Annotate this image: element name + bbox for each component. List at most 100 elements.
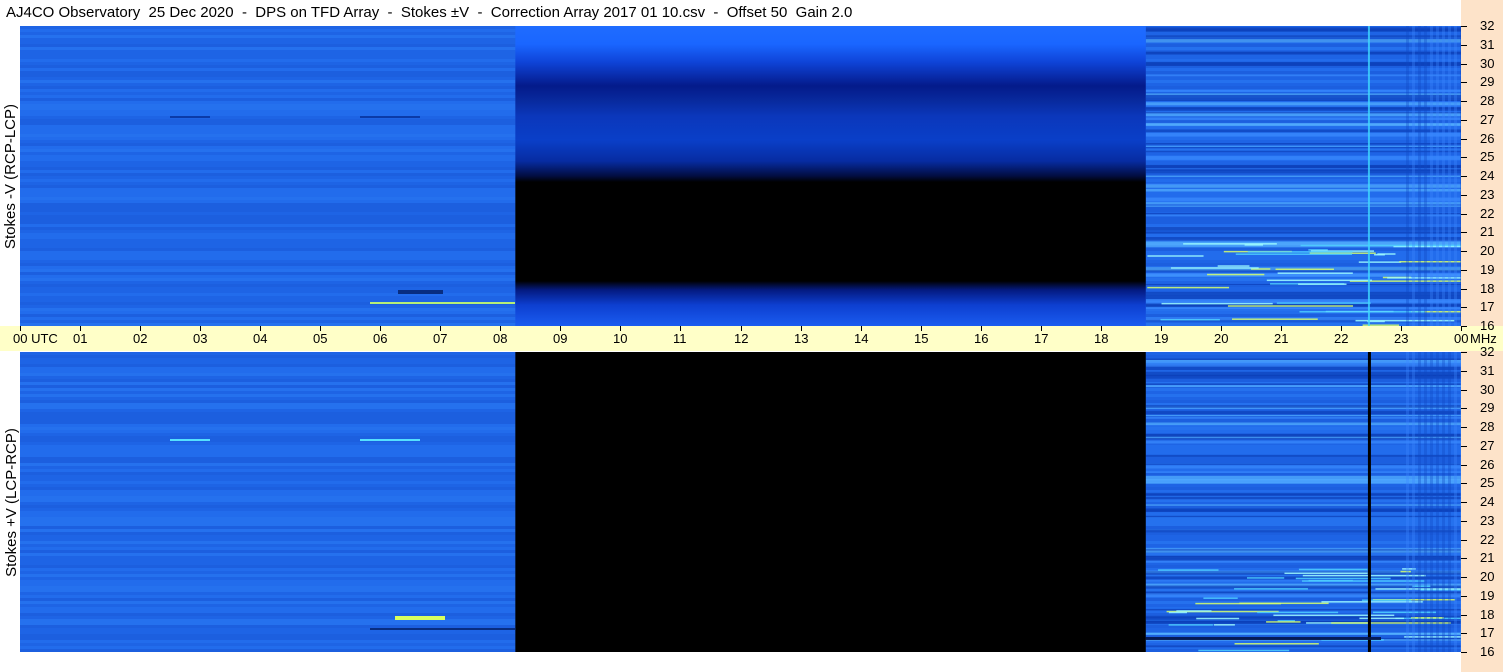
noise-band-left	[20, 275, 516, 278]
rfi-trace	[1400, 570, 1411, 573]
noise-band-left	[20, 463, 516, 466]
frequency-tick-label: 25	[1480, 475, 1495, 490]
noise-band-left	[20, 122, 516, 125]
rfi-trace	[1207, 273, 1265, 276]
time-tick-label: 20	[1214, 331, 1229, 346]
rfi-trace	[1196, 617, 1240, 620]
time-tick-label: 11	[673, 331, 687, 346]
rfi-trace	[1235, 253, 1353, 255]
frequency-tick-mark	[1461, 289, 1467, 290]
noise-band-left	[20, 320, 516, 323]
rfi-trace	[1308, 579, 1353, 582]
frequency-tick-label: 23	[1480, 513, 1495, 528]
noise-band-left	[20, 631, 516, 634]
noise-band-left	[20, 59, 516, 62]
noise-band-left	[20, 478, 516, 481]
noise-band-left	[20, 637, 516, 640]
frequency-tick-label: 28	[1480, 419, 1495, 434]
frequency-tick-mark	[1461, 214, 1467, 215]
noise-band-left	[20, 158, 516, 161]
rfi-trace	[1246, 577, 1285, 579]
noise-band-left	[20, 352, 516, 355]
column-texture	[1448, 352, 1451, 652]
time-tick-label: 04	[253, 331, 268, 346]
rfi-trace	[1412, 585, 1431, 588]
frequency-tick-label: 26	[1480, 131, 1495, 146]
noise-band-left	[20, 95, 516, 98]
time-tick-label: 23	[1394, 331, 1409, 346]
noise-band-left	[20, 622, 516, 625]
noise-band-left	[20, 236, 516, 239]
noise-band-left	[20, 116, 516, 119]
noise-band-left	[20, 50, 516, 53]
frequency-tick-label: 17	[1480, 625, 1495, 640]
noise-band-left	[20, 490, 516, 493]
noise-band-left	[20, 649, 516, 652]
frequency-tick-label: 18	[1480, 281, 1495, 296]
rfi-trace	[1170, 267, 1259, 269]
column-texture	[1424, 352, 1427, 652]
noise-band-left	[20, 433, 516, 436]
frequency-tick-label: 24	[1480, 494, 1495, 509]
rfi-trace	[1244, 244, 1264, 246]
rfi-trace	[1234, 643, 1319, 645]
noise-band-left	[20, 239, 516, 242]
frequency-tick-mark	[1461, 352, 1467, 353]
rfi-trace	[1374, 253, 1385, 256]
noise-band-left	[20, 56, 516, 59]
frequency-tick-mark	[1461, 26, 1467, 27]
noise-band-left	[20, 314, 516, 317]
rfi-trace	[1176, 610, 1212, 612]
rfi-trace	[370, 628, 515, 630]
rfi-trace	[1275, 268, 1334, 271]
noise-band-left	[20, 439, 516, 442]
noise-band-left	[20, 526, 516, 529]
frequency-tick-mark	[1461, 633, 1467, 634]
frequency-tick-label: 18	[1480, 607, 1495, 622]
noise-band-left	[20, 182, 516, 185]
noise-band-left	[20, 89, 516, 92]
time-tick-label: 17	[1034, 331, 1049, 346]
frequency-tick-mark	[1461, 427, 1467, 428]
rfi-trace	[1295, 577, 1391, 580]
time-tick-label: 14	[854, 331, 869, 346]
frequency-tick-mark	[1461, 371, 1467, 372]
noise-band-left	[20, 454, 516, 457]
noise-band-left	[20, 469, 516, 472]
noise-band-left	[20, 421, 516, 424]
noise-band-left	[20, 370, 516, 373]
noise-band-left	[20, 38, 516, 41]
frequency-tick-label: 16	[1480, 644, 1495, 659]
column-texture	[1406, 352, 1409, 652]
noise-band-left	[20, 104, 516, 107]
noise-band-left	[20, 41, 516, 44]
rfi-trace	[1195, 602, 1281, 605]
noise-band-left	[20, 484, 516, 487]
noise-band-left	[20, 358, 516, 361]
frequency-tick-label: 23	[1480, 187, 1495, 202]
frequency-tick-label: 27	[1480, 112, 1495, 127]
rfi-trace	[1147, 286, 1230, 289]
noise-band-left	[20, 155, 516, 158]
frequency-tick-mark	[1461, 408, 1467, 409]
rfi-trace	[1284, 572, 1368, 575]
time-tick-label: 08	[493, 331, 508, 346]
frequency-tick-mark	[1461, 251, 1467, 252]
noise-band-left	[20, 65, 516, 68]
rfi-trace	[1257, 611, 1339, 614]
noise-band-left	[20, 143, 516, 146]
time-tick-label: 03	[193, 331, 208, 346]
noise-band-left	[20, 400, 516, 403]
column-texture	[1406, 26, 1409, 326]
rfi-trace	[1145, 637, 1381, 640]
noise-band-left	[20, 110, 516, 113]
column-texture	[1424, 26, 1427, 326]
column-texture	[1448, 26, 1451, 326]
noise-band-left	[20, 212, 516, 215]
noise-band-left	[20, 613, 516, 616]
noise-band-left	[20, 188, 516, 191]
frequency-tick-mark	[1461, 577, 1467, 578]
noise-band-left	[20, 125, 516, 128]
noise-band-left	[20, 164, 516, 167]
noise-band-left	[20, 379, 516, 382]
